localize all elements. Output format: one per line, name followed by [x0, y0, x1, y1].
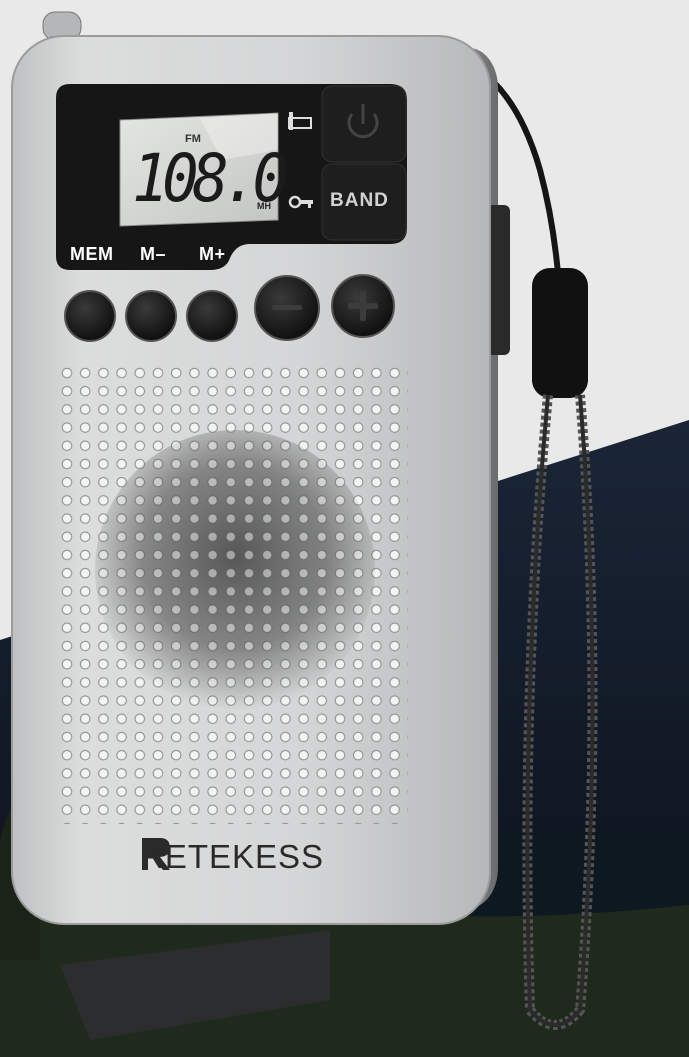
band-button-label: BAND — [330, 190, 389, 211]
m-plus-button — [186, 290, 238, 342]
lanyard-clip — [532, 268, 588, 398]
mem-button — [64, 290, 116, 342]
lcd-frequency-unit: MH — [257, 201, 271, 211]
speaker-grille-overlay — [58, 364, 408, 824]
m-minus-button — [125, 290, 177, 342]
product-photo-scene: FM 108.0 MH MEM M– M+ BAND RETEKESS — [0, 0, 689, 1057]
m-minus-label: M– — [140, 244, 167, 264]
scene-illustration — [0, 0, 689, 1057]
m-plus-label: M+ — [199, 244, 226, 264]
mem-label: MEM — [70, 244, 114, 264]
minus-icon — [272, 305, 302, 310]
brand-name: RETEKESS — [140, 838, 325, 875]
